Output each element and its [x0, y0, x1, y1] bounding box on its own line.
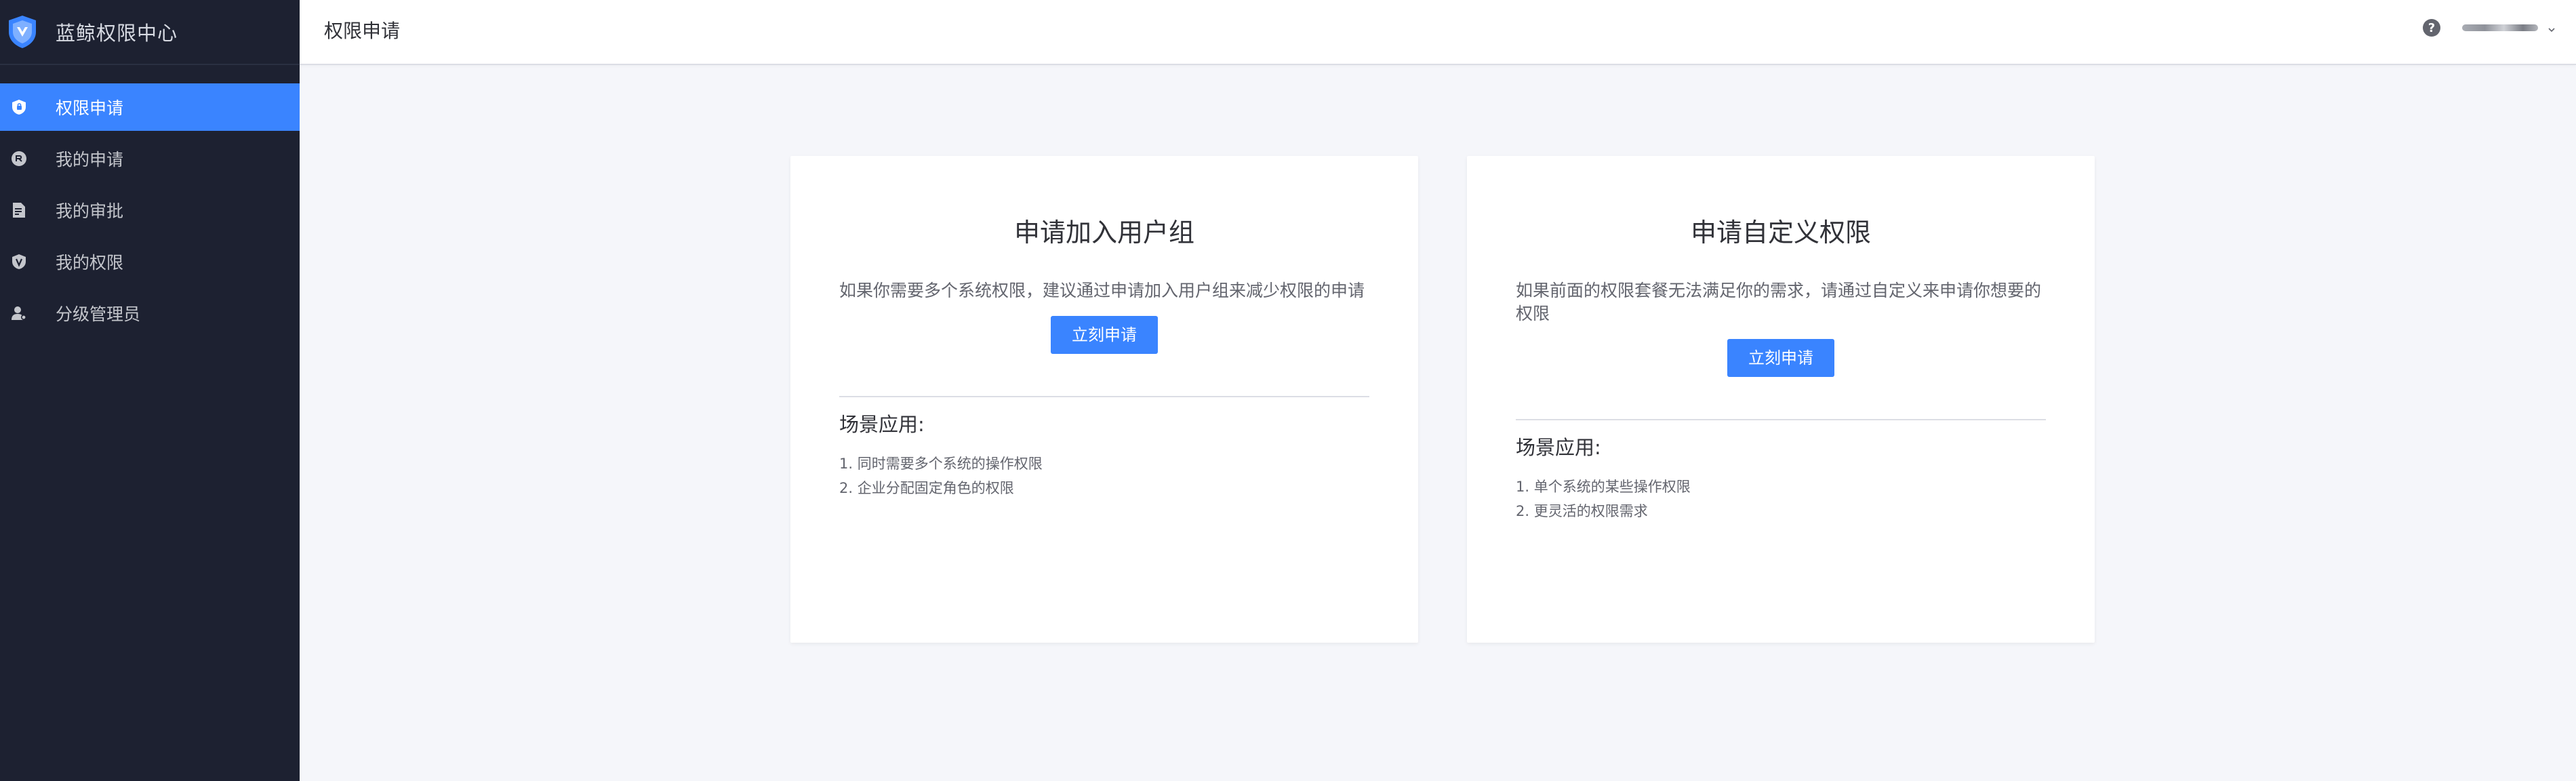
card-description: 如果你需要多个系统权限，建议通过申请加入用户组来减少权限的申请	[839, 281, 1365, 300]
sidebar-item-grade-admin[interactable]: 分级管理员	[0, 289, 300, 337]
admin-user-icon	[11, 305, 27, 321]
help-icon[interactable]: ?	[2423, 19, 2440, 37]
shield-lock-icon	[11, 99, 27, 115]
sidebar-item-my-apply[interactable]: 我的申请	[0, 135, 300, 182]
sidebar-nav: 权限申请 我的申请 我的审批 我的权限 分级管理员	[0, 83, 300, 337]
apply-now-button[interactable]: 立刻申请	[1727, 339, 1834, 377]
card-description: 如果前面的权限套餐无法满足你的需求，请通过自定义来申请你想要的权限	[1516, 281, 2042, 323]
list-item: 1. 同时需要多个系统的操作权限	[839, 456, 1043, 472]
custom-permission-card: 申请自定义权限 如果前面的权限套餐无法满足你的需求，请通过自定义来申请你想要的权…	[1467, 156, 2095, 643]
top-header: 权限申请 ?	[300, 0, 2576, 65]
permission-icon	[11, 254, 27, 270]
brand: 蓝鲸权限中心	[0, 0, 300, 65]
scenario-list: 1. 单个系统的某些操作权限 2. 更灵活的权限需求	[1516, 475, 2046, 523]
divider	[1516, 419, 2046, 420]
apply-icon	[11, 151, 27, 167]
list-item: 2. 更灵活的权限需求	[1516, 503, 1648, 519]
join-group-card: 申请加入用户组 如果你需要多个系统权限，建议通过申请加入用户组来减少权限的申请 …	[790, 156, 1418, 643]
sidebar-item-my-permission[interactable]: 我的权限	[0, 238, 300, 285]
sidebar-item-my-approval[interactable]: 我的审批	[0, 186, 300, 234]
card-button-wrap: 立刻申请	[839, 316, 1369, 354]
sidebar-item-label: 我的审批	[56, 201, 124, 221]
list-item: 1. 单个系统的某些操作权限	[1516, 479, 1691, 495]
scenario-title: 场景应用:	[1516, 436, 1601, 459]
app-title: 蓝鲸权限中心	[56, 22, 178, 45]
approval-icon	[11, 202, 27, 218]
sidebar-item-label: 分级管理员	[56, 304, 141, 324]
header-actions: ?	[2423, 19, 2556, 37]
sidebar-item-permission-apply[interactable]: 权限申请	[0, 83, 300, 131]
divider	[839, 396, 1369, 397]
chevron-down-icon[interactable]	[2548, 24, 2556, 33]
sidebar-item-label: 我的权限	[56, 253, 124, 273]
user-name-redacted	[2462, 24, 2538, 31]
card-button-wrap: 立刻申请	[1516, 339, 2046, 377]
card-title: 申请自定义权限	[1690, 218, 1871, 247]
apply-now-button[interactable]: 立刻申请	[1051, 316, 1158, 354]
sidebar-item-label: 我的申请	[56, 150, 124, 169]
user-menu[interactable]	[2462, 21, 2538, 35]
sidebar: 蓝鲸权限中心 权限申请 我的申请 我的审批 我的权限 分级管理员	[0, 0, 300, 781]
sidebar-item-label: 权限申请	[56, 98, 124, 118]
page-title: 权限申请	[324, 20, 401, 42]
logo-shield-icon	[7, 14, 38, 49]
scenario-list: 1. 同时需要多个系统的操作权限 2. 企业分配固定角色的权限	[839, 452, 1369, 500]
card-title: 申请加入用户组	[1013, 218, 1194, 247]
list-item: 2. 企业分配固定角色的权限	[839, 480, 1014, 496]
scenario-title: 场景应用:	[839, 413, 925, 436]
